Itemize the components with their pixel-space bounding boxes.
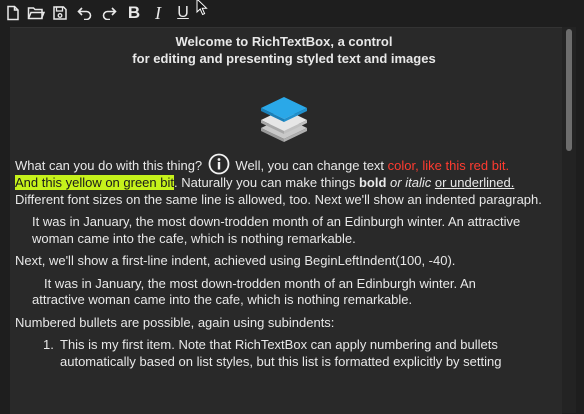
title-line-1: Welcome to RichTextBox, a control	[175, 34, 393, 49]
italic-text: or italic	[390, 175, 432, 190]
list-item-number: 1.	[43, 337, 54, 352]
underlined-text: or underlined.	[434, 175, 515, 190]
document-content: Welcome to RichTextBox, a control for ed…	[15, 34, 553, 370]
open-folder-icon[interactable]	[26, 3, 46, 23]
red-text: color, like this red bit.	[387, 158, 510, 173]
first-line-indent-note: Next, we'll show a first-line indent, ac…	[15, 253, 456, 268]
redo-icon[interactable]	[99, 3, 119, 23]
underline-icon[interactable]: U	[173, 3, 193, 23]
list-item-text: This is my first item. Note that RichTex…	[60, 337, 502, 369]
italic-icon[interactable]: I	[148, 3, 168, 23]
numbered-bullets-intro: Numbered bullets are possible, again usi…	[15, 314, 335, 330]
rich-text-editor[interactable]: Welcome to RichTextBox, a control for ed…	[10, 27, 562, 414]
first-line-indent-paragraph: It was in January, the most down-trodden…	[32, 275, 476, 308]
stacked-layers-icon	[261, 97, 307, 142]
list-item: 1. This is my first item. Note that Rich…	[43, 337, 553, 370]
info-icon	[208, 153, 230, 175]
bold-icon[interactable]: B	[124, 3, 144, 23]
intro-paragraph: What can you do with this thing? Well, y…	[15, 153, 553, 208]
indented-paragraph: It was in January, the most down-trodden…	[32, 214, 521, 246]
save-icon[interactable]	[50, 3, 70, 23]
logo-image	[15, 95, 553, 153]
highlighted-text: And this yellow on green bit	[15, 175, 174, 190]
undo-icon[interactable]	[75, 3, 95, 23]
scrollbar-thumb[interactable]	[566, 29, 572, 151]
title-line-2: for editing and presenting styled text a…	[132, 50, 436, 66]
toolbar: B I U	[0, 0, 584, 27]
bold-text: bold	[358, 175, 387, 190]
document-title: Welcome to RichTextBox, a control for ed…	[15, 34, 553, 67]
mouse-pointer-icon	[196, 0, 210, 21]
vertical-scrollbar[interactable]	[562, 27, 576, 413]
new-document-icon[interactable]	[3, 3, 23, 23]
